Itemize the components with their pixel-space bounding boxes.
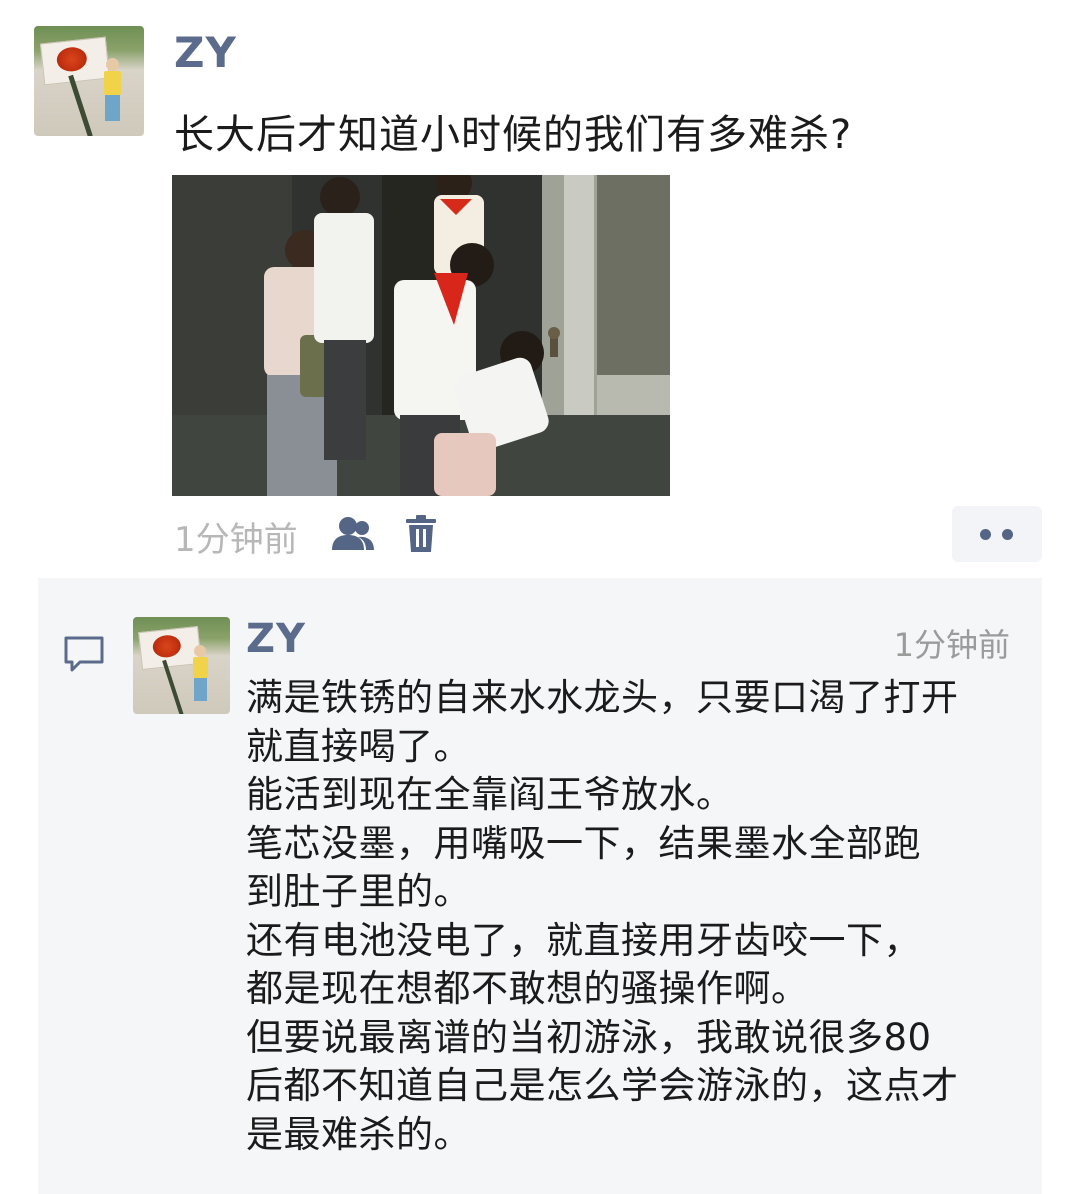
comment-line: 还有电池没电了，就直接用牙齿咬一下， [246,918,921,962]
avatar-sign [39,36,111,86]
comment-line: 笔芯没墨，用嘴吸一下，结果墨水全部跑 [246,821,921,865]
comment-text: 满是铁锈的自来水水龙头，只要口渴了打开 就直接喝了。 能活到现在全靠阎王爷放水。… [246,674,1036,1159]
more-options-button[interactable] [952,506,1042,562]
post-photo[interactable] [172,175,670,496]
post-photo-illustration [172,175,670,496]
comment-line: 就直接喝了。 [246,724,471,768]
comment-line: 满是铁锈的自来水水龙头，只要口渴了打开 [246,676,959,719]
comment-line: 到肚子里的。 [246,870,471,913]
comment-username[interactable]: ZY [246,616,306,662]
comment-time: 1分钟前 [893,626,1010,664]
post-username[interactable]: ZY [174,28,237,77]
avatar-child [102,58,124,128]
people-icon[interactable] [330,514,378,554]
comment-line: 但要说最离谱的当初游泳，我敢说很多80 [246,1015,932,1059]
post-avatar[interactable] [34,26,144,136]
post-text: 长大后才知道小时候的我们有多难杀? [174,112,853,158]
comment-avatar[interactable] [133,617,230,714]
comment-line: 能活到现在全靠阎王爷放水。 [246,773,734,816]
post-time: 1分钟前 [174,520,298,560]
comment-line: 都是现在想都不敢想的骚操作啊。 [246,967,809,1010]
comment-line: 后都不知道自己是怎么学会游泳的，这点才 [246,1064,959,1107]
more-dots-icon [980,529,991,540]
avatar-child [191,645,211,707]
comment-line: 是最难杀的。 [246,1112,471,1156]
trash-icon[interactable] [404,514,438,554]
comment-icon [64,636,104,672]
